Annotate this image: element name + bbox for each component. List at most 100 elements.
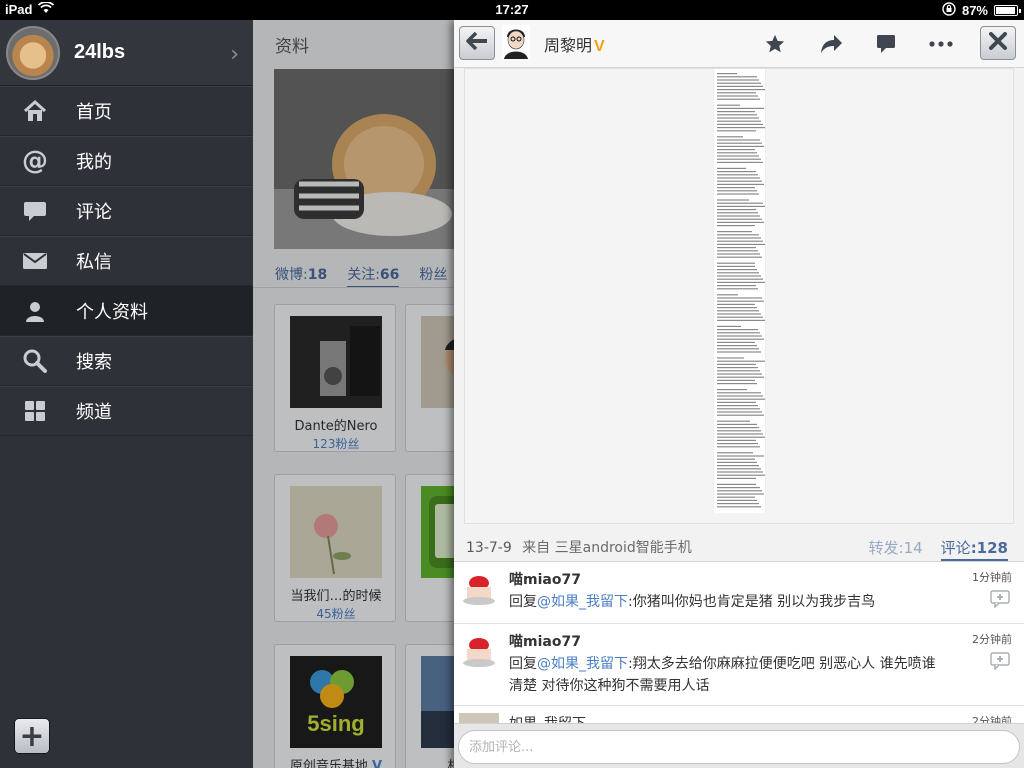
follow-count[interactable]: 关注:66 bbox=[347, 264, 400, 288]
document-line bbox=[717, 136, 743, 138]
card-name: 相忘于 bbox=[447, 759, 454, 768]
clock: 17:27 bbox=[495, 2, 529, 17]
comment-avatar[interactable] bbox=[459, 631, 499, 671]
fans-count[interactable]: 粉丝 bbox=[419, 264, 447, 288]
following-card[interactable]: 5sing 原创音乐基地 V bbox=[274, 644, 396, 768]
following-card[interactable]: 爱 bbox=[405, 474, 454, 622]
document-line bbox=[717, 433, 763, 435]
document-line bbox=[717, 455, 764, 457]
comment-user[interactable]: 喵miao77 bbox=[509, 631, 581, 651]
follow-label: 关注: bbox=[347, 267, 380, 283]
add-button[interactable]: + bbox=[14, 718, 50, 754]
document-line bbox=[717, 167, 746, 169]
following-card[interactable]: 当我们…的时候 45粉丝 bbox=[274, 474, 396, 622]
comment-mention[interactable]: @如果_我留下 bbox=[537, 594, 628, 610]
document-line bbox=[717, 262, 755, 264]
comment-user[interactable]: 如果_我留下 bbox=[509, 713, 586, 723]
post-image[interactable] bbox=[464, 68, 1014, 524]
document-line bbox=[717, 310, 759, 312]
card-name: 如果 bbox=[406, 415, 455, 434]
document-line bbox=[717, 411, 762, 413]
star-icon[interactable] bbox=[762, 32, 788, 56]
card-name: 当我们…的时候 bbox=[290, 589, 382, 604]
comment-mention[interactable]: @如果_我留下 bbox=[537, 656, 628, 672]
document-line bbox=[717, 392, 761, 394]
repost-icon[interactable] bbox=[818, 32, 844, 56]
sidebar-item-comments[interactable]: 评论 bbox=[0, 186, 253, 236]
document-line bbox=[717, 205, 765, 207]
sidebar-item-channels[interactable]: 频道 bbox=[0, 386, 253, 436]
sidebar-item-mine[interactable]: @ 我的 bbox=[0, 136, 253, 186]
document-line bbox=[717, 158, 761, 160]
comment-text: 回复@如果_我留下:翔太多去给你麻麻拉便便吃吧 别恶心人 谁先喷谁清楚 对待你这… bbox=[509, 653, 949, 697]
following-card[interactable]: 如果 bbox=[405, 304, 454, 452]
document-line bbox=[717, 95, 758, 97]
document-line bbox=[717, 383, 757, 385]
comment-avatar[interactable] bbox=[459, 569, 499, 609]
document-line bbox=[717, 117, 759, 119]
more-icon[interactable] bbox=[928, 32, 954, 56]
sidebar-item-label: 评论 bbox=[76, 202, 112, 223]
document-line bbox=[717, 471, 763, 473]
document-line bbox=[717, 218, 762, 220]
document-line bbox=[717, 89, 765, 91]
card-name-text: 原创音乐基地 bbox=[289, 759, 368, 768]
sidebar-profile[interactable]: 24lbs › bbox=[0, 20, 253, 86]
profile-stats: 微博:18 关注:66 粉丝 bbox=[275, 264, 447, 288]
battery-percent: 87% bbox=[961, 3, 988, 18]
comment-icon[interactable] bbox=[873, 32, 899, 56]
sidebar-item-search[interactable]: 搜索 bbox=[0, 336, 253, 386]
document-line bbox=[717, 231, 752, 233]
avatar bbox=[6, 25, 60, 80]
battery-icon bbox=[994, 5, 1021, 16]
close-button[interactable] bbox=[980, 26, 1016, 60]
document-line bbox=[717, 493, 764, 495]
comment-item[interactable]: 喵miao77 回复@如果_我留下:翔太多去给你麻麻拉便便吃吧 别恶心人 谁先喷… bbox=[454, 624, 1024, 706]
document-line bbox=[717, 360, 765, 362]
post-date: 13-7-9 bbox=[466, 540, 512, 556]
comment-item[interactable]: 喵miao77 回复@如果_我留下:你猪叫你妈也肯定是猪 别以为我步吉鸟 1分钟… bbox=[454, 562, 1024, 624]
document-line bbox=[717, 351, 761, 353]
following-card[interactable]: 相忘于 bbox=[405, 644, 454, 768]
orientation-lock-icon bbox=[942, 2, 956, 19]
comment-avatar[interactable] bbox=[459, 713, 499, 723]
comment-input[interactable] bbox=[458, 730, 1020, 764]
weibo-count[interactable]: 微博:18 bbox=[275, 264, 327, 288]
document-line bbox=[717, 452, 753, 454]
document-line bbox=[717, 458, 755, 460]
document-line bbox=[717, 373, 762, 375]
document-line bbox=[717, 496, 755, 498]
cover-photo bbox=[274, 69, 454, 249]
document-line bbox=[717, 155, 759, 157]
comment-user[interactable]: 喵miao77 bbox=[509, 569, 581, 589]
reply-icon[interactable] bbox=[990, 590, 1010, 609]
author-name-text: 周黎明 bbox=[544, 36, 593, 55]
comment-item[interactable]: 如果_我留下 2分钟前 bbox=[454, 706, 1024, 723]
card-fans: 45粉丝 bbox=[316, 607, 356, 621]
sidebar-item-home[interactable]: 首页 bbox=[0, 86, 253, 136]
following-card[interactable]: Dante的Nero 123粉丝 bbox=[274, 304, 396, 452]
document-text-lines bbox=[717, 73, 765, 508]
document-line bbox=[717, 237, 761, 239]
author-name[interactable]: 周黎明 V bbox=[544, 32, 605, 56]
document-line bbox=[717, 427, 759, 429]
repost-tab[interactable]: 转发:14 bbox=[869, 537, 923, 561]
reply-icon[interactable] bbox=[990, 652, 1010, 671]
sidebar-item-messages[interactable]: 私信 bbox=[0, 236, 253, 286]
author-avatar[interactable] bbox=[502, 25, 530, 59]
document-line bbox=[717, 446, 760, 448]
document-line bbox=[717, 307, 757, 309]
sidebar-item-label: 个人资料 bbox=[76, 302, 148, 323]
document-line bbox=[717, 398, 765, 400]
comment-tab[interactable]: 评论:128 bbox=[940, 537, 1008, 561]
document-line bbox=[717, 379, 755, 381]
document-line bbox=[717, 474, 765, 476]
document-line bbox=[717, 253, 760, 255]
document-line bbox=[717, 483, 756, 485]
back-button[interactable] bbox=[459, 26, 495, 60]
document-line bbox=[717, 215, 760, 217]
sidebar-item-profile[interactable]: 个人资料 bbox=[0, 286, 253, 336]
document-line bbox=[717, 436, 765, 438]
post-source: 来自 三星android智能手机 bbox=[522, 540, 692, 556]
document-line bbox=[717, 341, 755, 343]
